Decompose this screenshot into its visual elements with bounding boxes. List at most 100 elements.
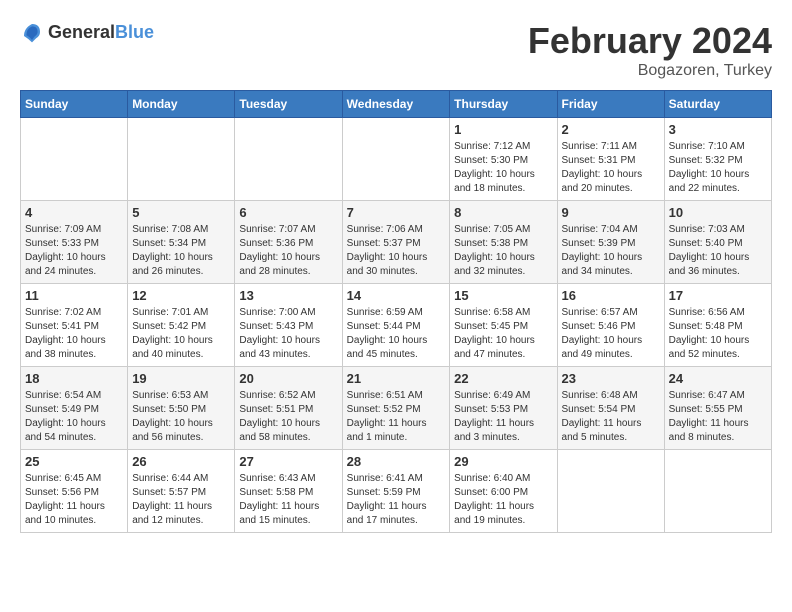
day-info: Sunrise: 6:54 AMSunset: 5:49 PMDaylight:… <box>25 389 123 445</box>
logo-blue: Blue <box>115 22 154 42</box>
calendar-cell: 16 Sunrise: 6:57 AMSunset: 5:46 PMDayligh… <box>557 284 664 367</box>
weekday-header: Sunday <box>21 91 128 118</box>
weekday-header: Tuesday <box>235 91 342 118</box>
calendar-cell: 8Sunrise: 7:05 AMSunset: 5:38 PMDaylight… <box>450 201 557 284</box>
day-info: Sunrise: 7:11 AMSunset: 5:31 PMDaylight:… <box>562 140 660 196</box>
calendar-week-row: 4Sunrise: 7:09 AMSunset: 5:33 PMDaylight… <box>21 201 772 284</box>
calendar-cell: 6 Sunrise: 7:07 AMSunset: 5:36 PMDaylight… <box>235 201 342 284</box>
day-info: Sunrise: 7:04 AMSunset: 5:39 PMDaylight:… <box>562 223 660 279</box>
day-number: 13 <box>239 288 337 303</box>
calendar-body: 1Sunrise: 7:12 AMSunset: 5:30 PMDaylight… <box>21 118 772 533</box>
day-info: Sunrise: 7:06 AMSunset: 5:37 PMDaylight:… <box>347 223 446 279</box>
day-number: 18 <box>25 371 123 386</box>
day-number: 23 <box>562 371 660 386</box>
day-number: 20 <box>239 371 337 386</box>
calendar-week-row: 11 Sunrise: 7:02 AMSunset: 5:41 PMDayligh… <box>21 284 772 367</box>
calendar-cell <box>557 450 664 533</box>
day-number: 22 <box>454 371 552 386</box>
day-number: 19 <box>132 371 230 386</box>
calendar-cell: 2 Sunrise: 7:11 AMSunset: 5:31 PMDaylight… <box>557 118 664 201</box>
calendar-cell <box>235 118 342 201</box>
calendar-cell: 3 Sunrise: 7:10 AMSunset: 5:32 PMDaylight… <box>664 118 771 201</box>
day-info: Sunrise: 6:59 AMSunset: 5:44 PMDaylight:… <box>347 306 446 362</box>
day-info: Sunrise: 6:48 AMSunset: 5:54 PMDaylight:… <box>562 389 660 445</box>
subtitle: Bogazoren, Turkey <box>528 62 772 80</box>
page-header: GeneralBlue February 2024 Bogazoren, Tur… <box>20 20 772 80</box>
day-info: Sunrise: 6:58 AMSunset: 5:45 PMDaylight:… <box>454 306 552 362</box>
day-number: 2 <box>562 122 660 137</box>
calendar-cell: 19 Sunrise: 6:53 AMSunset: 5:50 PMDayligh… <box>128 367 235 450</box>
day-number: 14 <box>347 288 446 303</box>
day-number: 7 <box>347 205 446 220</box>
day-number: 25 <box>25 454 123 469</box>
calendar-cell: 17Sunrise: 6:56 AMSunset: 5:48 PMDayligh… <box>664 284 771 367</box>
calendar-cell: 10 Sunrise: 7:03 AMSunset: 5:40 PMDayligh… <box>664 201 771 284</box>
day-number: 21 <box>347 371 446 386</box>
calendar-table: SundayMondayTuesdayWednesdayThursdayFrid… <box>20 90 772 533</box>
calendar-cell: 20Sunrise: 6:52 AMSunset: 5:51 PMDayligh… <box>235 367 342 450</box>
calendar-cell: 9 Sunrise: 7:04 AMSunset: 5:39 PMDaylight… <box>557 201 664 284</box>
day-info: Sunrise: 6:56 AMSunset: 5:48 PMDaylight:… <box>669 306 767 362</box>
day-number: 5 <box>132 205 230 220</box>
day-info: Sunrise: 7:02 AMSunset: 5:41 PMDaylight:… <box>25 306 123 362</box>
calendar-cell: 25 Sunrise: 6:45 AMSunset: 5:56 PMDayligh… <box>21 450 128 533</box>
day-number: 6 <box>239 205 337 220</box>
logo-general: General <box>48 22 115 42</box>
day-number: 8 <box>454 205 552 220</box>
day-number: 11 <box>25 288 123 303</box>
calendar-cell <box>21 118 128 201</box>
weekday-header: Wednesday <box>342 91 450 118</box>
calendar-week-row: 25 Sunrise: 6:45 AMSunset: 5:56 PMDayligh… <box>21 450 772 533</box>
day-info: Sunrise: 6:43 AMSunset: 5:58 PMDaylight:… <box>239 472 337 528</box>
day-info: Sunrise: 7:00 AMSunset: 5:43 PMDaylight:… <box>239 306 337 362</box>
logo-text: GeneralBlue <box>48 22 154 43</box>
day-info: Sunrise: 6:40 AMSunset: 6:00 PMDaylight:… <box>454 472 552 528</box>
weekday-header: Thursday <box>450 91 557 118</box>
month-title: February 2024 <box>528 20 772 62</box>
day-info: Sunrise: 6:53 AMSunset: 5:50 PMDaylight:… <box>132 389 230 445</box>
day-info: Sunrise: 6:44 AMSunset: 5:57 PMDaylight:… <box>132 472 230 528</box>
day-number: 1 <box>454 122 552 137</box>
day-info: Sunrise: 6:51 AMSunset: 5:52 PMDaylight:… <box>347 389 446 445</box>
calendar-cell: 26 Sunrise: 6:44 AMSunset: 5:57 PMDayligh… <box>128 450 235 533</box>
calendar-header: SundayMondayTuesdayWednesdayThursdayFrid… <box>21 91 772 118</box>
calendar-cell: 13 Sunrise: 7:00 AMSunset: 5:43 PMDayligh… <box>235 284 342 367</box>
day-info: Sunrise: 7:10 AMSunset: 5:32 PMDaylight:… <box>669 140 767 196</box>
weekday-header: Saturday <box>664 91 771 118</box>
calendar-cell: 23 Sunrise: 6:48 AMSunset: 5:54 PMDayligh… <box>557 367 664 450</box>
day-number: 15 <box>454 288 552 303</box>
day-number: 4 <box>25 205 123 220</box>
calendar-cell: 18 Sunrise: 6:54 AMSunset: 5:49 PMDayligh… <box>21 367 128 450</box>
logo: GeneralBlue <box>20 20 154 44</box>
day-info: Sunrise: 7:03 AMSunset: 5:40 PMDaylight:… <box>669 223 767 279</box>
calendar-cell <box>128 118 235 201</box>
weekday-row: SundayMondayTuesdayWednesdayThursdayFrid… <box>21 91 772 118</box>
calendar-cell: 24Sunrise: 6:47 AMSunset: 5:55 PMDayligh… <box>664 367 771 450</box>
day-number: 27 <box>239 454 337 469</box>
calendar-cell: 22 Sunrise: 6:49 AMSunset: 5:53 PMDayligh… <box>450 367 557 450</box>
calendar-cell <box>342 118 450 201</box>
calendar-cell: 5Sunrise: 7:08 AMSunset: 5:34 PMDaylight… <box>128 201 235 284</box>
day-number: 3 <box>669 122 767 137</box>
weekday-header: Friday <box>557 91 664 118</box>
day-number: 28 <box>347 454 446 469</box>
calendar-week-row: 1Sunrise: 7:12 AMSunset: 5:30 PMDaylight… <box>21 118 772 201</box>
calendar-cell: 7 Sunrise: 7:06 AMSunset: 5:37 PMDaylight… <box>342 201 450 284</box>
calendar-cell: 4Sunrise: 7:09 AMSunset: 5:33 PMDaylight… <box>21 201 128 284</box>
calendar-cell: 21 Sunrise: 6:51 AMSunset: 5:52 PMDayligh… <box>342 367 450 450</box>
calendar-cell: 11 Sunrise: 7:02 AMSunset: 5:41 PMDayligh… <box>21 284 128 367</box>
day-number: 12 <box>132 288 230 303</box>
day-info: Sunrise: 6:57 AMSunset: 5:46 PMDaylight:… <box>562 306 660 362</box>
day-number: 26 <box>132 454 230 469</box>
day-number: 29 <box>454 454 552 469</box>
calendar-cell: 27 Sunrise: 6:43 AMSunset: 5:58 PMDayligh… <box>235 450 342 533</box>
day-number: 9 <box>562 205 660 220</box>
day-info: Sunrise: 6:49 AMSunset: 5:53 PMDaylight:… <box>454 389 552 445</box>
day-info: Sunrise: 7:07 AMSunset: 5:36 PMDaylight:… <box>239 223 337 279</box>
calendar-week-row: 18 Sunrise: 6:54 AMSunset: 5:49 PMDayligh… <box>21 367 772 450</box>
logo-icon <box>20 20 44 44</box>
day-info: Sunrise: 6:45 AMSunset: 5:56 PMDaylight:… <box>25 472 123 528</box>
day-number: 10 <box>669 205 767 220</box>
day-info: Sunrise: 6:47 AMSunset: 5:55 PMDaylight:… <box>669 389 767 445</box>
day-number: 16 <box>562 288 660 303</box>
